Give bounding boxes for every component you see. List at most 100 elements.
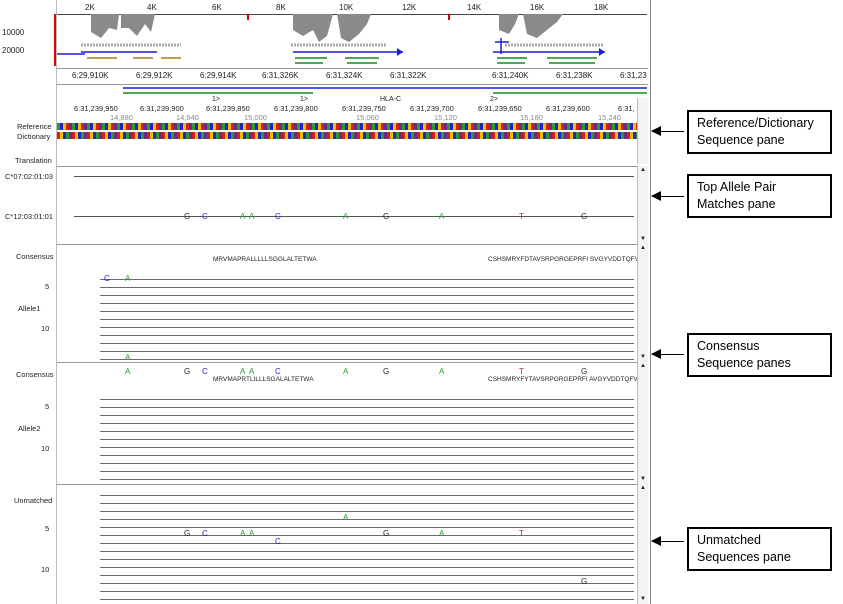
allele-label-c1203: C*12:03:01:01 (5, 212, 53, 221)
consensus2-row-5: 5 (45, 402, 50, 411)
mark-c: C (275, 537, 281, 546)
tick-2k: 2K (85, 3, 95, 12)
callout-text-line2: Matches pane (697, 197, 776, 211)
callout-text-line1: Reference/Dictionary (697, 116, 814, 130)
mark-a: A (125, 353, 131, 362)
exon-marker-2: 2> (490, 96, 498, 103)
ref-pos-2: 6:31,239,850 (206, 104, 250, 113)
consensus2-marks: A G C A A C A G A T G (125, 367, 587, 376)
callout-text-line2: Sequence pane (697, 133, 785, 147)
consensus2-row-10: 10 (41, 444, 50, 453)
y-axis-label-20000: 20000 (2, 46, 25, 55)
top-pair-mismatch-marks: G C A A C A G A T G (184, 212, 587, 221)
unmatched-row-5: 5 (45, 524, 50, 533)
callout-arrow-consensus (651, 349, 684, 359)
scroll-down-arrow[interactable]: ▼ (638, 353, 648, 362)
coord-6: 6:31,240K (492, 71, 529, 80)
ref-pos-3: 6:31,239,800 (274, 104, 318, 113)
consensus2-scrollbar[interactable]: ▲ ▼ (637, 362, 648, 484)
consensus1-row-10: 10 (41, 324, 50, 333)
mark-g: G (383, 367, 389, 376)
offset-5: 15,180 (520, 113, 543, 122)
mark-g: G (581, 577, 587, 586)
mark-t: T (519, 212, 524, 221)
mark-g: G (383, 212, 389, 221)
unmatched-marks: G C A A C A G A T G (184, 513, 587, 586)
ref-pos-0: 6:31,239,950 (74, 104, 118, 113)
callout-arrow-unmatched (651, 536, 684, 546)
tick-4k: 4K (147, 3, 157, 12)
coverage-axis-red (54, 14, 56, 66)
unmatched-row-10: 10 (41, 565, 50, 574)
mark-a: A (439, 529, 445, 538)
callout-unmatched-sequences: Unmatched Sequences pane (687, 527, 832, 571)
mark-c: C (202, 367, 208, 376)
consensus2-label-column: Consensus 5 Allele2 10 (0, 362, 57, 484)
top-pair-scrollbar[interactable]: ▲ ▼ (637, 166, 648, 244)
scroll-up-arrow[interactable]: ▲ (638, 362, 648, 371)
consensus1-marks: C A A (104, 274, 131, 362)
unmatched-sequences-pane: Unmatched 5 10 G C A A C A G A T G ▲ ▼ (0, 484, 648, 604)
callout-text-line2: Sequences pane (697, 550, 791, 564)
genomic-coordinate-ruler: 6:29,910K 6:29,912K 6:29,914K 6:31,326K … (0, 68, 648, 85)
unmatched-scrollbar[interactable]: ▲ ▼ (637, 484, 648, 604)
mark-t: T (519, 367, 524, 376)
unmatched-label: Unmatched (14, 496, 53, 505)
coord-8: 6:31,23 (620, 71, 647, 80)
dictionary-label: Dictionary (17, 132, 51, 141)
offset-3: 15,060 (356, 113, 379, 122)
tick-12k: 12K (402, 3, 417, 12)
consensus1-label-column: Consensus 5 Allele1 10 (0, 244, 57, 362)
scroll-up-arrow[interactable]: ▲ (638, 244, 648, 253)
mark-a: A (249, 529, 255, 538)
scroll-down-arrow[interactable]: ▼ (638, 235, 648, 244)
mark-a: A (240, 529, 246, 538)
exon-marker-1a: 1> (212, 96, 220, 103)
scroll-down-arrow[interactable]: ▼ (638, 595, 648, 604)
scroll-down-arrow[interactable]: ▼ (638, 475, 648, 484)
coord-4: 6:31,324K (326, 71, 363, 80)
mark-a: A (240, 367, 246, 376)
mark-t: T (519, 529, 524, 538)
reference-sequence-bases[interactable] (57, 123, 637, 130)
dictionary-sequence-bases[interactable] (57, 132, 637, 139)
mark-a: A (125, 274, 131, 283)
callout-consensus-panes: Consensus Sequence panes (687, 333, 832, 377)
offset-2: 15,000 (244, 113, 267, 122)
igv-application: 10000 20000 2K 4K 6K 8K 10K 12K 14K 16K … (0, 0, 651, 604)
callout-arrow-top-pair (651, 191, 684, 201)
consensus-pane-allele2: Consensus 5 Allele2 10 MRVMAPRTLILLLSGAL… (0, 362, 648, 485)
reference-label-column: Reference Dictionary Translation (0, 84, 57, 166)
scroll-up-arrow[interactable]: ▲ (638, 484, 648, 493)
tick-8k: 8K (276, 3, 286, 12)
gene-name-hla-c: HLA-C (380, 96, 402, 103)
ref-pos-1: 6:31,239,900 (140, 104, 184, 113)
ref-pos-6: 6:31,239,650 (478, 104, 522, 113)
offset-1: 14,940 (176, 113, 199, 122)
mark-g: G (184, 367, 190, 376)
mark-a: A (343, 513, 349, 522)
mark-g: G (184, 529, 190, 538)
gene-feature-lines (123, 87, 647, 94)
consensus2-label: Consensus (16, 370, 54, 379)
mark-g: G (581, 212, 587, 221)
coord-3: 6:31,326K (262, 71, 299, 80)
coverage-plot[interactable] (57, 14, 647, 68)
consensus1-scrollbar[interactable]: ▲ ▼ (637, 244, 648, 362)
callout-arrow-reference (651, 126, 684, 136)
mark-a: A (249, 367, 255, 376)
consensus-pane-allele1: Consensus 5 Allele1 10 MRVMAPRALLLLLSGGL… (0, 244, 648, 363)
offset-6: 15,240 (598, 113, 621, 122)
mark-a: A (249, 212, 255, 221)
ruler-label-column (0, 68, 57, 84)
mark-c: C (275, 367, 281, 376)
tick-6k: 6K (212, 3, 222, 12)
coverage-track-pane: 10000 20000 2K 4K 6K 8K 10K 12K 14K 16K … (0, 0, 648, 69)
scroll-up-arrow[interactable]: ▲ (638, 166, 648, 175)
exon-marker-1b: 1> (300, 96, 308, 103)
callout-reference-dictionary: Reference/Dictionary Sequence pane (687, 110, 832, 154)
reference-scrollbar[interactable] (637, 98, 648, 164)
coord-7: 6:31,238K (556, 71, 593, 80)
callout-text-line1: Top Allele Pair (697, 180, 777, 194)
reference-dictionary-pane: Reference Dictionary Translation 1> 1> H… (0, 84, 648, 167)
